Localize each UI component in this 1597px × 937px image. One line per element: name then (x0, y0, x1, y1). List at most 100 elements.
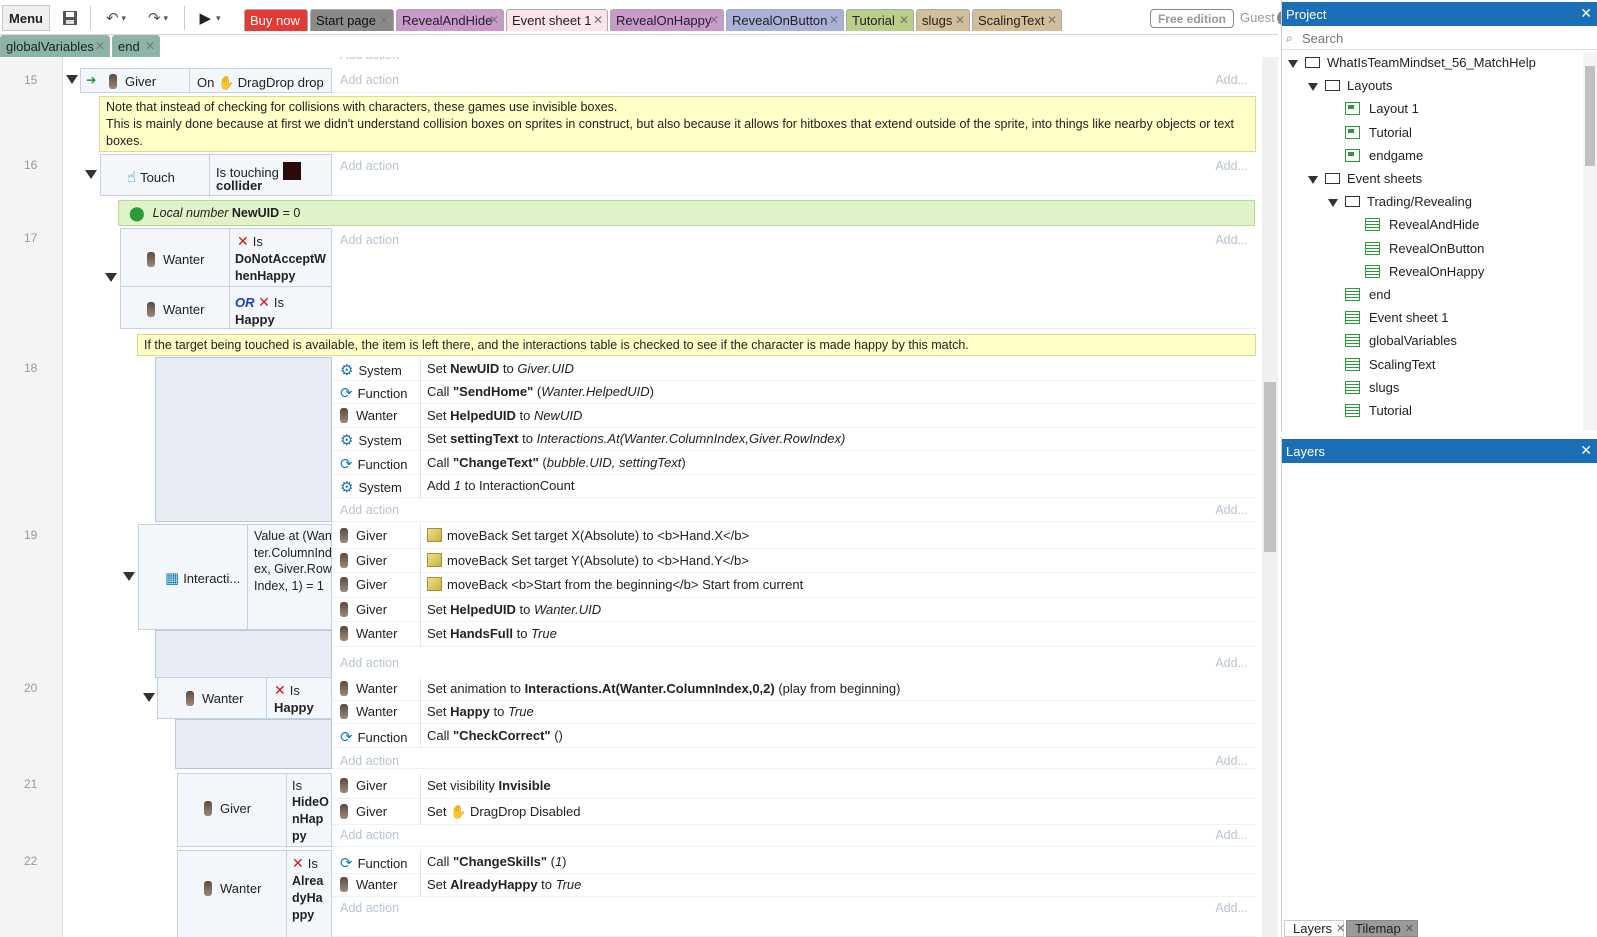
tab2-1[interactable]: end ✕ (112, 35, 160, 57)
event-20-condition[interactable]: Wanter ✕ Is Happy (157, 677, 332, 720)
action-row[interactable]: ⟳ Function Call "CheckCorrect" () (332, 724, 1256, 748)
tab-4[interactable]: RevealOnHappy ✕ (610, 9, 724, 31)
tab-5[interactable]: RevealOnButton ✕ (726, 9, 844, 31)
tree-item[interactable]: RevealAndHide (1365, 217, 1479, 232)
tab-tilemap[interactable]: Tilemap ✕ (1346, 920, 1418, 937)
tree-item[interactable]: Layout 1 (1345, 101, 1419, 116)
undo-icon[interactable]: ↶ ▾ (98, 6, 134, 30)
event-21-condition[interactable]: Giver Is HideOnHappy (177, 773, 332, 848)
tree-item[interactable]: Layouts (1325, 78, 1393, 93)
project-search[interactable]: ⌕ Search (1282, 28, 1597, 50)
add-action-short[interactable]: Add... (1215, 754, 1248, 768)
expand-arrow-icon[interactable] (1308, 176, 1318, 184)
project-scrollbar[interactable] (1583, 52, 1597, 430)
tab-3[interactable]: Event sheet 1 ✕ (506, 9, 608, 31)
add-action-link[interactable]: Add action (340, 159, 399, 173)
action-row[interactable]: Wanter Set Happy to True (332, 700, 1256, 724)
free-edition-badge[interactable]: Free edition (1150, 9, 1234, 28)
add-action-short[interactable]: Add... (1215, 656, 1248, 670)
close-tab-icon[interactable]: ✕ (95, 39, 105, 53)
action-row[interactable]: ⚙ System Add 1 to InteractionCount (332, 474, 1256, 498)
action-row[interactable]: Giver moveBack <b>Start from the beginnin… (332, 573, 1256, 598)
tab-0[interactable]: Buy now (244, 9, 308, 31)
event-16-condition[interactable]: ☝ Touch Is touching collider (100, 154, 332, 197)
event-15-condition[interactable]: ➜ Giver On ✋ DragDrop drop (80, 68, 332, 94)
expand-arrow-icon[interactable] (1308, 83, 1318, 92)
add-action-link[interactable]: Add action (340, 73, 399, 87)
collapse-arrow-icon[interactable] (85, 170, 97, 179)
actions22-block[interactable]: ⟳ Function Call "ChangeSkills" (1) Wanter Se… (332, 850, 1256, 937)
action-row[interactable]: ⚙ System Set NewUID to Giver.UID (332, 357, 1256, 381)
tree-item[interactable]: Tutorial (1345, 125, 1412, 140)
event-sheet[interactable]: Add action 15 16 17 18 19 20 21 22 ➜ Giv… (0, 57, 1262, 937)
action-row[interactable]: Giver Set ✋ DragDrop Disabled (332, 799, 1256, 825)
expand-arrow-icon[interactable] (1328, 199, 1338, 208)
add-action-short[interactable]: Add... (1215, 901, 1248, 915)
close-icon[interactable]: ✕ (1580, 442, 1592, 459)
event-17-actions[interactable]: Add action Add... (332, 228, 1256, 329)
event-15-actions[interactable]: Add action Add... (332, 68, 1256, 93)
collapse-arrow-icon[interactable] (143, 693, 155, 702)
add-action-link[interactable]: Add action (340, 901, 399, 915)
add-action-link[interactable]: Add action (340, 754, 399, 768)
action-row[interactable]: Giver Set visibility Invisible (332, 773, 1256, 799)
tab-6[interactable]: Tutorial ✕ (846, 9, 914, 31)
add-action-link[interactable]: Add action (340, 828, 399, 842)
event-19-condition[interactable]: ▦ Interacti... Value at (Wanter.ColumnInd… (138, 524, 332, 631)
event-22-condition[interactable]: Wanter ✕ Is AlreadyHappy (177, 850, 332, 937)
tree-item[interactable]: endgame (1345, 148, 1423, 163)
sheet-scrollbar[interactable] (1262, 57, 1278, 937)
add-action-short[interactable]: Add... (1215, 73, 1248, 87)
comment-collisions[interactable]: Note that instead of checking for collis… (99, 96, 1256, 152)
event-16-actions[interactable]: Add action Add... (332, 154, 1256, 196)
close-tab-icon[interactable]: ✕ (489, 13, 499, 27)
collapse-arrow-icon[interactable] (105, 273, 117, 282)
tree-item[interactable]: Event sheet 1 (1345, 310, 1449, 325)
play-icon[interactable]: ▶ ▾ (192, 6, 228, 30)
tab-layers[interactable]: Layers ✕ (1284, 920, 1345, 937)
tree-item[interactable]: RevealOnButton (1365, 241, 1484, 256)
action-row[interactable]: ⟳ Function Call "ChangeSkills" (1) (332, 850, 1256, 874)
action-row[interactable]: Wanter Set animation to Interactions.At(W… (332, 677, 1256, 701)
action-row[interactable]: Wanter Set AlreadyHappy to True (332, 873, 1256, 897)
tab-2[interactable]: RevealAndHide ✕ (396, 9, 504, 31)
event-17-condition[interactable]: Wanter ✕ Is DoNotAcceptWhenHappy Wanter O… (120, 228, 333, 330)
close-icon[interactable]: ✕ (1580, 5, 1592, 22)
close-tab-icon[interactable]: ✕ (955, 13, 965, 27)
close-tab-icon[interactable]: ✕ (145, 39, 155, 53)
add-action-short[interactable]: Add... (1215, 159, 1248, 173)
tree-item[interactable]: RevealOnHappy (1365, 264, 1484, 279)
action-row[interactable]: Giver moveBack Set target X(Absolute) to … (332, 524, 1256, 549)
action-row[interactable]: ⟳ Function Call "ChangeText" (bubble.UID, … (332, 451, 1256, 475)
action-row[interactable]: Wanter Set HelpedUID to NewUID (332, 404, 1256, 428)
tree-item[interactable]: Event sheets (1325, 171, 1422, 186)
tab2-0[interactable]: globalVariables ✕ (0, 35, 110, 57)
tab-7[interactable]: slugs ✕ (916, 9, 970, 31)
close-tab-icon[interactable]: ✕ (1047, 13, 1057, 27)
save-icon[interactable] (58, 6, 82, 30)
actions20-block[interactable]: Wanter Set animation to Interactions.At(W… (332, 677, 1256, 769)
add-action-link[interactable]: Add action (340, 656, 399, 670)
add-action-link[interactable]: Add action (340, 503, 399, 517)
comment-target-touched[interactable]: If the target being touched is available… (137, 334, 1256, 356)
tab-8[interactable]: ScalingText ✕ (972, 9, 1062, 31)
action-row[interactable]: Giver Set HelpedUID to Wanter.UID (332, 597, 1256, 622)
tree-item[interactable]: slugs (1345, 380, 1399, 395)
local-variable-newuid[interactable]: ⬤ Local number NewUID = 0 (118, 200, 1255, 226)
tree-item[interactable]: end (1345, 287, 1391, 302)
actions18-block[interactable]: ⚙ System Set NewUID to Giver.UID ⟳ Function C… (332, 357, 1256, 522)
action-row[interactable]: Giver moveBack Set target Y(Absolute) to … (332, 548, 1256, 573)
action-row[interactable]: ⟳ Function Call "SendHome" (Wanter.HelpedU… (332, 380, 1256, 404)
add-action-short[interactable]: Add... (1215, 233, 1248, 247)
add-action-short[interactable]: Add... (1215, 828, 1248, 842)
expand-arrow-icon[interactable] (1288, 60, 1298, 68)
action-row[interactable]: ⚙ System Set settingText to Interactions.A… (332, 427, 1256, 451)
close-tab-icon[interactable]: ✕ (593, 13, 603, 27)
scrollbar-thumb[interactable] (1264, 382, 1276, 552)
guest-label[interactable]: Guest (1240, 10, 1275, 25)
menu-button[interactable]: Menu (2, 5, 50, 31)
close-tab-icon[interactable]: ✕ (829, 13, 839, 27)
actions21-block[interactable]: Giver Set visibility Invisible Giver Set ✋ … (332, 773, 1256, 847)
tree-item[interactable]: globalVariables (1345, 333, 1457, 348)
tab-1[interactable]: Start page ✕ (310, 9, 394, 31)
